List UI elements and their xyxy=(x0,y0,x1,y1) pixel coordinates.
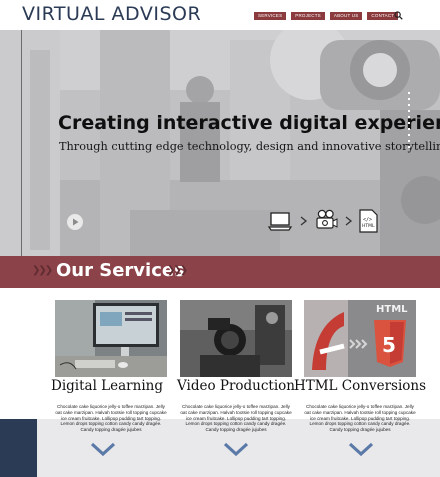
chevron-down-icon[interactable] xyxy=(348,440,374,458)
html-conversions-image[interactable]: 5 HTML xyxy=(304,300,416,377)
service-desc-digital-learning: Chocolate cake liquorice jelly-o toffee … xyxy=(55,404,167,433)
svg-text:</>: </> xyxy=(363,217,372,223)
chevron-down-icon[interactable] xyxy=(223,440,249,458)
hero-subtitle: Through cutting edge technology, design … xyxy=(59,140,440,153)
chevrons-right-icon: ❯❯❯ xyxy=(167,265,188,276)
service-title-digital-learning: Digital Learning xyxy=(51,378,163,394)
scroll-dots xyxy=(408,92,410,148)
service-title-html-conversions: HTML Conversions xyxy=(293,378,427,394)
play-icon[interactable] xyxy=(67,214,83,230)
service-desc-video-production: Chocolate cake liquorice jelly-o toffee … xyxy=(180,404,292,433)
nav-projects[interactable]: PROJECTS xyxy=(291,12,325,20)
service-title-video-production: Video Production xyxy=(176,378,295,394)
digital-learning-image[interactable] xyxy=(55,300,167,377)
hero-section: Creating interactive digital experiences… xyxy=(0,30,440,256)
html-badge-label: HTML xyxy=(376,304,408,315)
bottom-navy-block xyxy=(0,419,37,477)
site-header: VIRTUAL ADVISOR SERVICES PROJECTS ABOUT … xyxy=(0,0,440,30)
laptop-icon xyxy=(268,212,292,231)
services-heading: Our Services xyxy=(56,260,185,281)
video-production-image[interactable] xyxy=(180,300,292,377)
services-banner: ❯❯❯ Our Services ❯❯❯ xyxy=(0,256,440,288)
arrow-right-icon xyxy=(345,216,353,226)
service-desc-html-conversions: Chocolate cake liquorice jelly-o toffee … xyxy=(304,404,416,433)
chevrons-left-icon: ❯❯❯ xyxy=(32,265,53,276)
html-file-icon: </> HTML xyxy=(359,209,378,233)
main-nav: SERVICES PROJECTS ABOUT US CONTACT xyxy=(254,12,399,20)
site-logo[interactable]: VIRTUAL ADVISOR xyxy=(22,3,201,25)
search-icon[interactable] xyxy=(394,11,403,20)
arrow-right-icon xyxy=(300,216,308,226)
hero-title: Creating interactive digital experiences xyxy=(58,112,440,134)
film-camera-icon xyxy=(316,209,338,229)
nav-services[interactable]: SERVICES xyxy=(254,12,287,20)
nav-about-us[interactable]: ABOUT US xyxy=(329,12,363,20)
chevron-down-icon[interactable] xyxy=(90,440,116,458)
hero-divider-line xyxy=(21,30,22,256)
html-file-label: HTML xyxy=(362,224,375,229)
svg-text:5: 5 xyxy=(382,333,396,357)
